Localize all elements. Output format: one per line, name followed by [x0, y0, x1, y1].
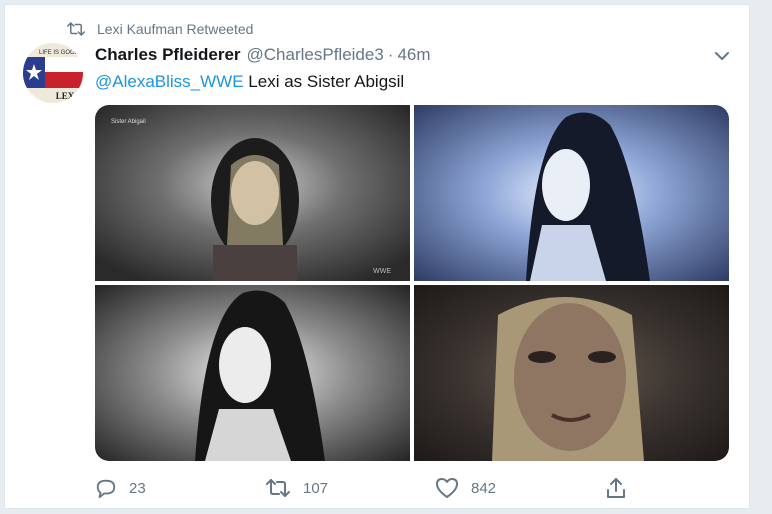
retweet-icon — [67, 22, 85, 36]
author-handle[interactable]: @CharlesPfleide3 — [247, 45, 384, 65]
retweet-button[interactable]: 107 — [265, 475, 328, 501]
chevron-down-icon[interactable] — [711, 45, 733, 67]
media-image-1[interactable]: Sister Abigail WWE — [95, 105, 410, 281]
author-name[interactable]: Charles Pfleiderer — [95, 45, 241, 65]
avatar[interactable]: LIFE IS GOOD LEX — [23, 43, 83, 103]
image1-corner-mark: WWE — [373, 268, 391, 275]
retweet-banner-text: Lexi Kaufman Retweeted — [97, 21, 254, 37]
media-image-3[interactable] — [95, 285, 410, 461]
share-button[interactable] — [605, 475, 627, 501]
image1-watermark: Sister Abigail — [111, 119, 146, 125]
retweet-icon — [266, 479, 290, 497]
share-icon — [607, 478, 625, 498]
tweet-text: @AlexaBliss_WWE Lexi as Sister Abigsil — [95, 72, 404, 92]
media-grid: Sister Abigail WWE — [95, 105, 729, 461]
retweet-banner[interactable]: Lexi Kaufman Retweeted — [67, 18, 253, 40]
reply-count: 23 — [129, 479, 146, 497]
tweet-card[interactable]: Lexi Kaufman Retweeted LIFE IS GOOD LEX … — [4, 4, 750, 509]
reply-button[interactable]: 23 — [95, 475, 146, 501]
heart-icon — [436, 478, 458, 498]
retweet-count: 107 — [303, 479, 329, 497]
tweet-body: Lexi as Sister Abigsil — [248, 72, 405, 91]
tweet-actions: 23 107 842 — [95, 475, 635, 501]
avatar-bottom-text: LEX — [56, 91, 75, 101]
header-separator: · — [387, 45, 394, 64]
media-image-4[interactable] — [414, 285, 729, 461]
tweet-header: Charles Pfleiderer @CharlesPfleide3 · 46… — [95, 45, 431, 65]
reply-icon — [96, 479, 116, 499]
mention-link[interactable]: @AlexaBliss_WWE — [95, 72, 244, 91]
tweet-timestamp[interactable]: 46m — [397, 45, 430, 65]
media-image-2[interactable] — [414, 105, 729, 281]
like-button[interactable]: 842 — [435, 475, 496, 501]
like-count: 842 — [471, 479, 497, 497]
avatar-top-text: LIFE IS GOOD — [39, 50, 80, 56]
